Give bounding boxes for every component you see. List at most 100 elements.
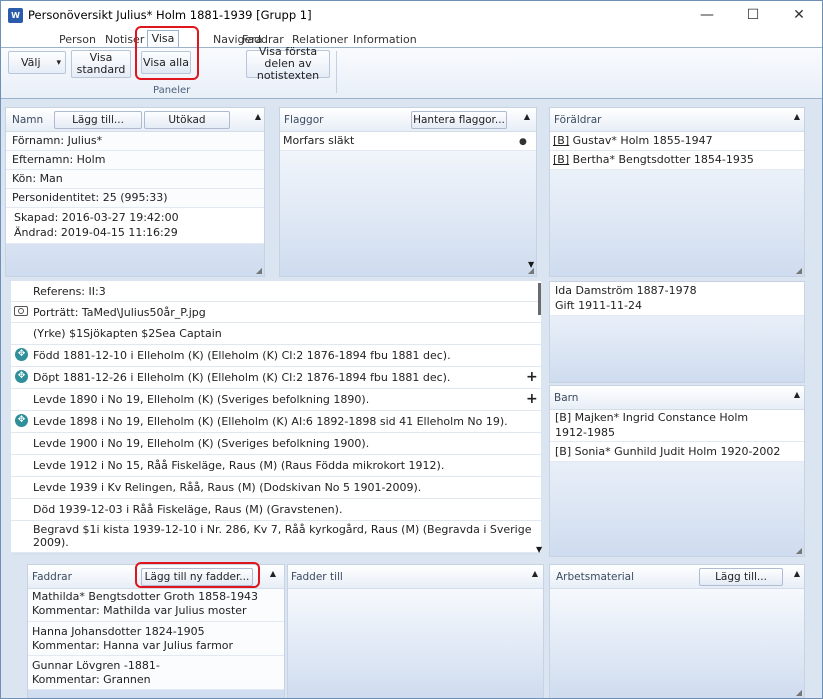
highlight-visa-alla [135, 26, 199, 80]
namn-row-personidentitet[interactable]: Personidentitet: 25 (995:33) [6, 189, 264, 208]
scroll-up-icon[interactable]: ▲ [523, 112, 531, 121]
flag-dot-icon: ● [519, 137, 527, 147]
parent-name: Gustav* Holm 1855-1947 [572, 134, 713, 147]
event-row[interactable]: Levde 1890 i No 19, Elleholm (K) (Sverig… [11, 389, 541, 411]
tab-information[interactable]: Information [353, 33, 417, 46]
arbetsmaterial-panel-title: Arbetsmaterial [556, 571, 635, 583]
namn-extended-button[interactable]: Utökad [144, 111, 230, 129]
scroll-up-icon[interactable]: ▲ [531, 569, 539, 578]
godparent-row[interactable]: Gunnar Lövgren -1881- Kommentar: Grannen [28, 656, 284, 690]
fadder-till-panel: Fadder till ▲ [287, 564, 544, 698]
resize-grip-icon[interactable]: ◢ [528, 266, 534, 275]
event-row[interactable]: Porträtt: TaMed\Julius50år_P.jpg [11, 302, 541, 323]
valj-label: Välj [21, 55, 41, 69]
foraldrar-panel-header: Föräldrar ▲ [550, 108, 804, 132]
plus-icon[interactable]: + [526, 369, 538, 385]
scroll-up-icon[interactable]: ▲ [793, 112, 801, 121]
parent-row-mother[interactable]: [B] Bertha* Bengtsdotter 1854-1935 [550, 151, 804, 170]
ribbon-separator [336, 51, 337, 93]
scroll-up-icon[interactable]: ▲ [269, 569, 277, 578]
flaggor-panel-title: Flaggor [284, 114, 324, 126]
app-icon: W [8, 8, 23, 23]
ribbon-group-label: Paneler [153, 85, 191, 96]
scroll-down-icon[interactable]: ▼ [536, 545, 542, 554]
event-text: Levde 1912 i No 15, Råå Fiskeläge, Raus … [33, 459, 445, 472]
godparent-comment: Kommentar: Grannen [32, 673, 151, 686]
event-text: Levde 1890 i No 19, Elleholm (K) (Sverig… [33, 393, 370, 406]
fadder-till-panel-header: Fadder till ▲ [288, 565, 543, 589]
godparent-row[interactable]: Hanna Johansdotter 1824-1905 Kommentar: … [28, 622, 284, 656]
source-icon: ✥ [15, 414, 28, 427]
spouse-row[interactable]: Ida Damström 1887-1978 Gift 1911-11-24 [550, 282, 804, 316]
changed-timestamp: Ändrad: 2019-04-15 11:16:29 [14, 226, 178, 239]
event-text: Född 1881-12-10 i Elleholm (K) (Elleholm… [33, 349, 451, 362]
godparent-row[interactable]: Mathilda* Bengtsdotter Groth 1858-1943 K… [28, 589, 284, 622]
tab-person[interactable]: Person [59, 33, 96, 46]
event-row[interactable]: ✥ Född 1881-12-10 i Elleholm (K) (Elleho… [11, 345, 541, 367]
person-overview-window: W Personöversikt Julius* Holm 1881-1939 … [0, 0, 823, 699]
events-scrollbar-thumb[interactable] [538, 283, 541, 315]
event-row[interactable]: ✥ Döpt 1881-12-26 i Elleholm (K) (Elleho… [11, 367, 541, 389]
fadder-till-panel-body [288, 589, 543, 698]
visa-standard-button[interactable]: Visa standard [71, 50, 131, 78]
resize-grip-icon[interactable]: ◢ [796, 266, 802, 275]
minimize-button[interactable]: — [684, 1, 730, 29]
namn-panel-body: Förnamn: Julius* Efternamn: Holm Kön: Ma… [6, 132, 264, 276]
event-text: Porträtt: TaMed\Julius50år_P.jpg [33, 306, 206, 319]
child-dates: 1912-1985 [555, 426, 615, 439]
namn-row-kon[interactable]: Kön: Man [6, 170, 264, 189]
event-text: Levde 1939 i Kv Relingen, Råå, Raus (M) … [33, 481, 422, 494]
namn-row-fornamn[interactable]: Förnamn: Julius* [6, 132, 264, 151]
godparent-name: Hanna Johansdotter 1824-1905 [32, 625, 205, 638]
valj-dropdown-button[interactable]: Välj ▾ [8, 51, 66, 74]
resize-grip-icon[interactable]: ◢ [796, 688, 802, 697]
spouse-name: Ida Damström 1887-1978 [555, 284, 697, 297]
namn-row-efternamn[interactable]: Efternamn: Holm [6, 151, 264, 170]
child-row[interactable]: [B] Sonia* Gunhild Judit Holm 1920-2002 [550, 442, 804, 462]
event-row[interactable]: Död 1939-12-03 i Råå Fiskeläge, Raus (M)… [11, 499, 541, 521]
resize-grip-icon[interactable]: ◢ [256, 266, 262, 275]
event-text: Referens: II:3 [33, 285, 106, 298]
maximize-button[interactable]: ☐ [730, 1, 776, 29]
scroll-up-icon[interactable]: ▲ [793, 390, 801, 399]
visa-forsta-delen-button[interactable]: Visa första delen av notistexten [246, 46, 330, 82]
godparent-comment: Kommentar: Hanna var Julius farmor [32, 639, 234, 652]
parent-row-father[interactable]: [B] Gustav* Holm 1855-1947 [550, 132, 804, 151]
chevron-down-icon: ▾ [56, 57, 61, 68]
namn-panel-title: Namn [12, 114, 44, 126]
parent-tag[interactable]: [B] [553, 134, 569, 147]
child-row[interactable]: [B] Majken* Ingrid Constance Holm 1912-1… [550, 410, 804, 442]
parent-tag[interactable]: [B] [553, 153, 569, 166]
barn-panel-body: [B] Majken* Ingrid Constance Holm 1912-1… [550, 410, 804, 556]
spouse-panel-body: Ida Damström 1887-1978 Gift 1911-11-24 [550, 282, 804, 382]
foraldrar-panel-title: Föräldrar [554, 114, 602, 126]
plus-icon[interactable]: + [526, 391, 538, 407]
foraldrar-panel: Föräldrar ▲ [B] Gustav* Holm 1855-1947 [… [549, 107, 805, 277]
close-button[interactable]: ✕ [776, 1, 822, 29]
scroll-up-icon[interactable]: ▲ [793, 569, 801, 578]
fadder-till-panel-title: Fadder till [291, 571, 343, 583]
event-row[interactable]: Begravd $1i kista 1939-12-10 i Nr. 286, … [11, 521, 541, 553]
flaggor-panel-header: Flaggor Hantera flaggor... ▲ [280, 108, 536, 132]
event-row[interactable]: ✥ Levde 1898 i No 19, Elleholm (K) (Elle… [11, 411, 541, 433]
flag-row[interactable]: Morfars släkt [280, 132, 536, 151]
namn-panel-header: Namn Lägg till... Utökad ▲ [6, 108, 264, 132]
spouse-panel: Ida Damström 1887-1978 Gift 1911-11-24 [549, 281, 805, 383]
event-row[interactable]: Levde 1939 i Kv Relingen, Råå, Raus (M) … [11, 477, 541, 499]
event-row[interactable]: Referens: II:3 [11, 281, 541, 302]
event-row[interactable]: (Yrke) $1Sjökapten $2Sea Captain [11, 323, 541, 345]
arbetsmaterial-add-button[interactable]: Lägg till... [699, 568, 783, 586]
source-icon: ✥ [15, 348, 28, 361]
scroll-up-icon[interactable]: ▲ [254, 112, 262, 121]
namn-add-button[interactable]: Lägg till... [54, 111, 142, 129]
parent-name: Bertha* Bengtsdotter 1854-1935 [572, 153, 754, 166]
manage-flags-button[interactable]: Hantera flaggor... [411, 111, 507, 129]
event-row[interactable]: Levde 1912 i No 15, Råå Fiskeläge, Raus … [11, 455, 541, 477]
godparent-name: Gunnar Lövgren -1881- [32, 659, 160, 672]
marriage-date: Gift 1911-11-24 [555, 299, 642, 312]
event-row[interactable]: Levde 1900 i No 19, Elleholm (K) (Sverig… [11, 433, 541, 455]
event-text: Begravd $1i kista 1939-12-10 i Nr. 286, … [33, 523, 532, 536]
created-timestamp: Skapad: 2016-03-27 19:42:00 [14, 211, 179, 224]
barn-panel: Barn ▲ [B] Majken* Ingrid Constance Holm… [549, 385, 805, 557]
resize-grip-icon[interactable]: ◢ [796, 546, 802, 555]
